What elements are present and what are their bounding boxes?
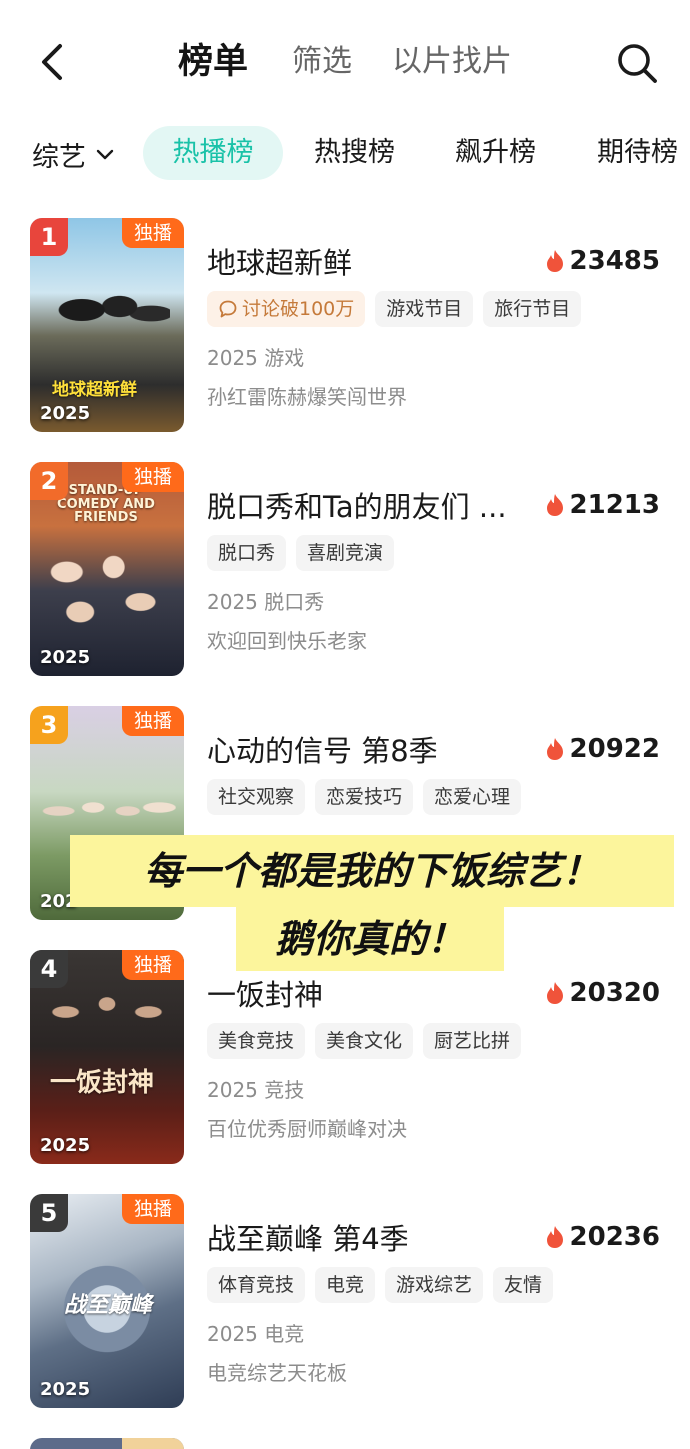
overlay-caption-line1: 每一个都是我的下饭综艺！: [70, 835, 674, 907]
flame-icon: [546, 250, 563, 272]
search-button[interactable]: [614, 40, 660, 86]
genre-tag: 恋爱心理: [423, 779, 522, 815]
poster-year: 2025: [40, 1379, 91, 1400]
heat-score: 21213: [544, 490, 660, 520]
tag-list: 讨论破100万 游戏节目 旅行节目: [207, 291, 582, 327]
heat-value: 20320: [569, 978, 660, 1008]
genre-tag: 喜剧竞演: [296, 535, 395, 571]
genre-tag: 游戏节目: [375, 291, 474, 327]
genre-tag: 友情: [493, 1267, 554, 1303]
back-button[interactable]: [34, 40, 74, 84]
poster[interactable]: 地球超新鲜 1 独播 2025: [30, 218, 184, 432]
show-description: 电竞综艺天花板: [207, 1361, 347, 1385]
show-title[interactable]: 一饭封神: [207, 972, 537, 1014]
list-item[interactable]: 一饭封神 4 独播 2025 一饭封神 20320 美食竞技 美食文化 厨艺比拼…: [0, 950, 690, 1164]
poster[interactable]: 一饭封神 4 独播 2025: [30, 950, 184, 1164]
exclusive-badge: 独播: [122, 950, 184, 980]
list-item[interactable]: STAND-UP COMEDY AND FRIENDS 2 独播 2025 脱口…: [0, 462, 690, 676]
show-description: 孙红雷陈赫爆笑闯世界: [207, 385, 407, 409]
poster-title-art: 战至巅峰: [64, 1293, 153, 1318]
list-item[interactable]: 战至巅峰 5 独播 2025 战至巅峰 第4季 20236 体育竞技 电竞 游戏…: [0, 1194, 690, 1408]
list-item[interactable]: 地球超新鲜 1 独播 2025 地球超新鲜 23485 讨论破100万 游戏节目…: [0, 218, 690, 432]
genre-tag: 美食文化: [315, 1023, 414, 1059]
genre-tag: 脱口秀: [207, 535, 287, 571]
show-meta: 2025 游戏: [207, 346, 305, 370]
rank-tab-rising[interactable]: 飙升榜: [455, 126, 536, 180]
overlay-caption-line2: 鹅你真的！: [236, 907, 504, 971]
poster-year: 2025: [40, 647, 91, 668]
tab-find-by-clip[interactable]: 以片找片: [392, 38, 512, 86]
vip-badge: [122, 1438, 184, 1449]
genre-tag: 厨艺比拼: [423, 1023, 522, 1059]
rank-badge: 2: [30, 462, 68, 500]
heat-value: 20922: [569, 734, 660, 764]
discussion-tag-label: 讨论破100万: [242, 298, 355, 320]
page: 榜单 筛选 以片找片 综艺 热播榜 热搜榜 飙升榜 期待榜 地球超新鲜 1 独播…: [0, 0, 690, 1449]
heat-score: 20922: [544, 734, 660, 764]
genre-tag: 体育竞技: [207, 1267, 306, 1303]
rank-badge: 1: [30, 218, 68, 256]
flame-icon: [546, 982, 563, 1004]
tag-list: 美食竞技 美食文化 厨艺比拼: [207, 1023, 522, 1059]
flame-icon: [546, 738, 563, 760]
chevron-down-icon: [96, 149, 114, 160]
rank-badge: 3: [30, 706, 68, 744]
back-arrow-icon: [42, 44, 62, 80]
exclusive-badge: 独播: [122, 462, 184, 492]
heat-value: 21213: [569, 490, 660, 520]
rank-tab-anticipated[interactable]: 期待榜: [597, 126, 678, 180]
rank-badge: 5: [30, 1194, 68, 1232]
discussion-tag: 讨论破100万: [207, 291, 366, 327]
show-meta: 2025 竞技: [207, 1078, 305, 1102]
heat-value: 23485: [569, 246, 660, 276]
poster-title-art: 地球超新鲜: [52, 380, 137, 400]
category-label: 综艺: [32, 141, 86, 173]
genre-tag: 游戏综艺: [385, 1267, 484, 1303]
category-dropdown[interactable]: 综艺: [32, 132, 116, 176]
poster[interactable]: 战至巅峰 5 独播 2025: [30, 1194, 184, 1408]
exclusive-badge: 独播: [122, 218, 184, 248]
poster-figures: [38, 980, 176, 1060]
tag-list: 体育竞技 电竞 游戏综艺 友情: [207, 1267, 554, 1303]
heat-score: 23485: [544, 246, 660, 276]
top-nav-bar: 榜单 筛选 以片找片: [0, 0, 690, 120]
exclusive-badge: 独播: [122, 706, 184, 736]
rank-tab-hot-play[interactable]: 热播榜: [143, 126, 283, 180]
genre-tag: 社交观察: [207, 779, 306, 815]
heat-value: 20236: [569, 1222, 660, 1252]
comment-bubble-icon: [219, 300, 237, 318]
exclusive-badge: 独播: [122, 1194, 184, 1224]
rank-badge: 4: [30, 950, 68, 988]
rank-tab-hot-search[interactable]: 热搜榜: [314, 126, 395, 180]
show-title[interactable]: 战至巅峰 第4季: [207, 1216, 537, 1258]
poster-figures: [44, 282, 170, 352]
show-description: 百位优秀厨师巅峰对决: [207, 1117, 407, 1141]
show-title[interactable]: 心动的信号 第8季: [207, 728, 537, 770]
poster-year: 2025: [40, 1135, 91, 1156]
next-item-poster-peek[interactable]: [30, 1438, 184, 1449]
tag-list: 社交观察 恋爱技巧 恋爱心理: [207, 779, 522, 815]
tab-ranking[interactable]: 榜单: [178, 38, 248, 86]
show-description: 欢迎回到快乐老家: [207, 629, 367, 653]
tab-filter[interactable]: 筛选: [292, 38, 352, 86]
search-icon: [618, 44, 657, 83]
show-meta: 2025 脱口秀: [207, 590, 325, 614]
flame-icon: [546, 494, 563, 516]
show-meta: 2025 电竞: [207, 1322, 305, 1346]
poster-figures: [40, 542, 174, 642]
genre-tag: 恋爱技巧: [315, 779, 414, 815]
poster-year: 2025: [40, 403, 91, 424]
show-title[interactable]: 脱口秀和Ta的朋友们 ...: [207, 484, 537, 526]
genre-tag: 旅行节目: [483, 291, 582, 327]
filter-row: 综艺 热播榜 热搜榜 飙升榜 期待榜: [0, 126, 690, 182]
poster-title-art: 一饭封神: [50, 1068, 155, 1098]
show-title[interactable]: 地球超新鲜: [207, 240, 537, 282]
genre-tag: 美食竞技: [207, 1023, 306, 1059]
heat-score: 20320: [544, 978, 660, 1008]
flame-icon: [546, 1226, 563, 1248]
heat-score: 20236: [544, 1222, 660, 1252]
tag-list: 脱口秀 喜剧竞演: [207, 535, 395, 571]
poster[interactable]: STAND-UP COMEDY AND FRIENDS 2 独播 2025: [30, 462, 184, 676]
genre-tag: 电竞: [315, 1267, 376, 1303]
